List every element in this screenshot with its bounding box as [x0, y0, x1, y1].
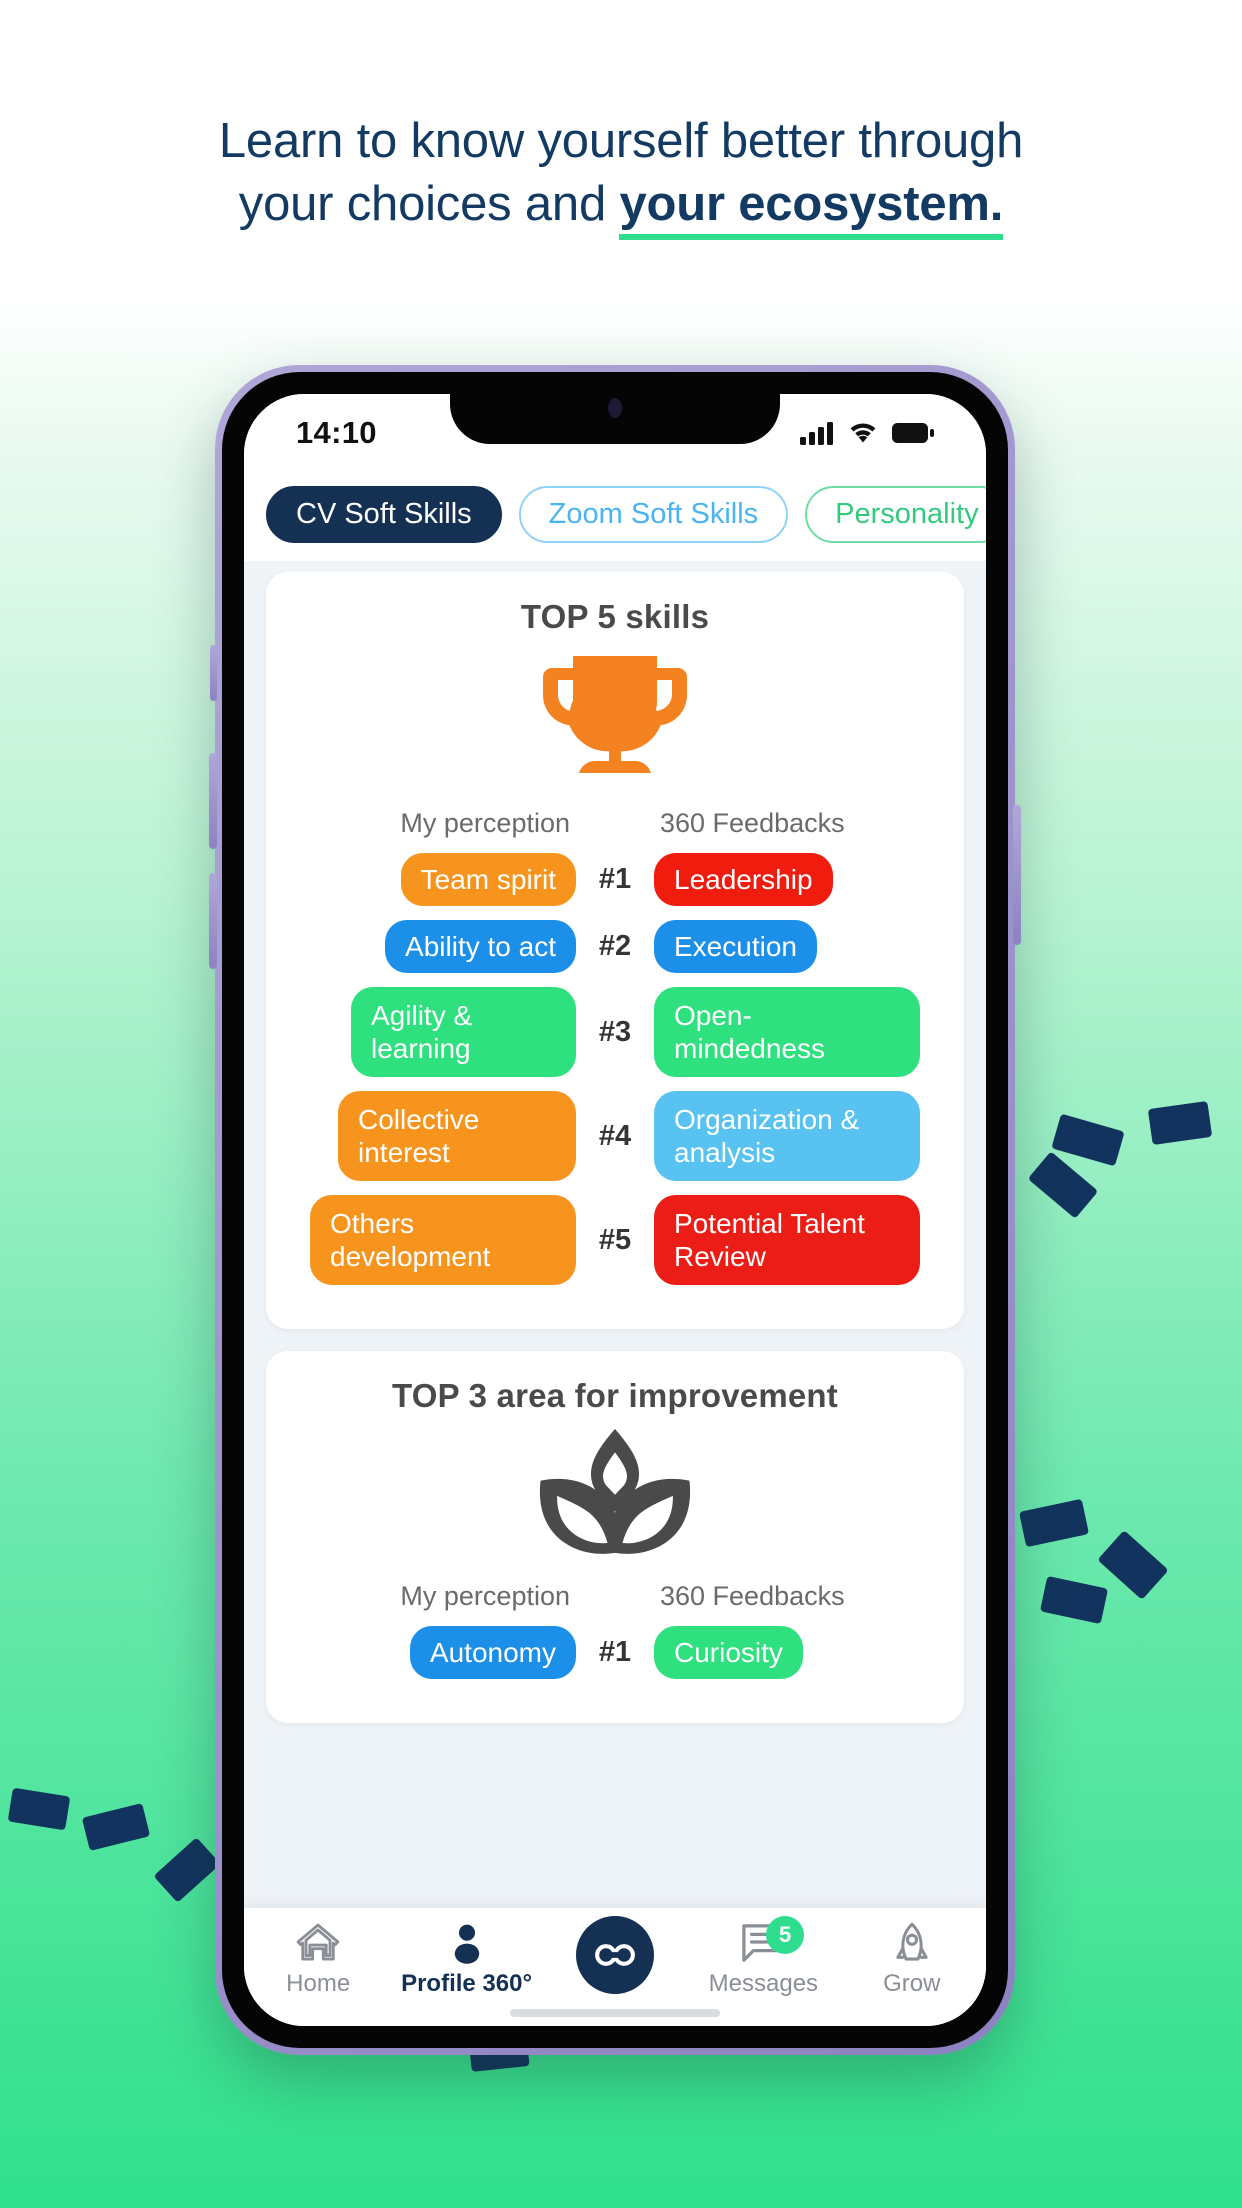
phone-mockup: 14:10 CV Soft Skills Zoom Soft Skills Pe…: [209, 365, 1021, 2055]
headline-line-2-bold: your ecosystem.: [619, 176, 1003, 240]
phone-mute-switch: [210, 645, 217, 701]
skill-pill-left[interactable]: Others development: [310, 1195, 576, 1286]
nav-item-connect[interactable]: [544, 1916, 685, 1994]
person-icon: [454, 1924, 479, 1964]
nav-label-messages: Messages: [708, 1970, 819, 1997]
top-5-column-headers: My perception 360 Feedbacks: [290, 808, 940, 839]
phone-volume-down-button: [209, 873, 217, 969]
phone-power-button: [1013, 805, 1021, 945]
tab-zoom-soft-skills[interactable]: Zoom Soft Skills: [518, 486, 789, 543]
skill-pill-left[interactable]: Collective interest: [338, 1091, 576, 1182]
nav-item-messages[interactable]: 5 Messages: [693, 1916, 834, 1998]
promo-header: Learn to know yourself better through yo…: [0, 0, 1242, 300]
promo-headline: Learn to know yourself better through yo…: [71, 110, 1171, 240]
skill-pill-right[interactable]: Potential Talent Review: [654, 1195, 920, 1286]
tab-personality[interactable]: Personality: [805, 486, 986, 543]
improvement-rank: #1: [598, 1636, 632, 1669]
skill-pill-right[interactable]: Execution: [654, 920, 817, 974]
nav-label-profile-360: Profile 360°: [401, 1970, 533, 1997]
headline-line-1: Learn to know yourself better through: [218, 114, 1024, 168]
status-bar: 14:10: [244, 394, 986, 472]
messages-unread-badge: 5: [766, 1916, 805, 1954]
nav-label-grow: Grow: [883, 1970, 941, 1997]
skill-pill-right[interactable]: Open-mindedness: [654, 987, 920, 1078]
home-indicator: [510, 2009, 720, 2017]
column-header-my-perception: My perception: [400, 808, 570, 838]
trophy-icon: [290, 650, 940, 782]
front-camera-icon: [608, 398, 622, 418]
nav-label-home: Home: [286, 1970, 351, 1997]
skill-rank: #1: [598, 863, 632, 896]
link-icon: [595, 1944, 635, 1966]
profile-content-scroll[interactable]: TOP 5 skills My perception 360 Feedbacks…: [244, 572, 986, 2026]
headline-line-2-plain: your choices and: [238, 176, 620, 231]
skill-row: Collective interest #4 Organization & an…: [290, 1091, 940, 1182]
cellular-signal-icon: [800, 422, 833, 445]
phone-volume-up-button: [209, 753, 217, 849]
skill-rank: #2: [598, 930, 632, 963]
skill-pill-right[interactable]: Leadership: [654, 853, 833, 907]
top-3-improvement-card: TOP 3 area for improvement My perception…: [266, 1351, 964, 1724]
wifi-icon: [850, 423, 876, 443]
phone-body: 14:10 CV Soft Skills Zoom Soft Skills Pe…: [222, 372, 1008, 2048]
skill-rank: #5: [598, 1223, 632, 1256]
status-time: 14:10: [296, 415, 377, 450]
nav-item-grow[interactable]: Grow: [841, 1922, 982, 1998]
skill-pill-left[interactable]: Ability to act: [385, 920, 576, 974]
home-icon: [296, 1923, 340, 1961]
rocket-icon: [896, 1922, 928, 1961]
skill-pill-left[interactable]: Team spirit: [400, 853, 576, 907]
phone-screen: 14:10 CV Soft Skills Zoom Soft Skills Pe…: [244, 394, 986, 2026]
soft-skills-tab-bar[interactable]: CV Soft Skills Zoom Soft Skills Personal…: [244, 472, 986, 561]
skill-pill-left[interactable]: Agility & learning: [351, 987, 576, 1078]
nav-item-home[interactable]: Home: [248, 1922, 389, 1998]
nav-item-profile-360[interactable]: Profile 360°: [396, 1922, 537, 1998]
skill-rank: #3: [598, 1015, 632, 1048]
top-5-skills-card: TOP 5 skills My perception 360 Feedbacks…: [266, 572, 964, 1330]
improvement-pill-right[interactable]: Curiosity: [654, 1626, 803, 1680]
skill-rank: #4: [598, 1119, 632, 1152]
lotus-icon: [290, 1429, 940, 1555]
skill-row: Ability to act #2 Execution: [290, 920, 940, 974]
card-title-top-5-skills: TOP 5 skills: [520, 598, 710, 635]
battery-icon: [892, 423, 934, 443]
status-icons: [800, 421, 934, 445]
column-header-360-feedbacks: 360 Feedbacks: [660, 1581, 845, 1612]
skill-row: Team spirit #1 Leadership: [290, 853, 940, 907]
card-title-top-3-improvement: TOP 3 area for improvement: [392, 1377, 838, 1415]
column-header-my-perception: My perception: [400, 1581, 570, 1612]
improvement-row: Autonomy #1 Curiosity: [290, 1626, 940, 1680]
skill-row: Agility & learning #3 Open-mindedness: [290, 987, 940, 1078]
connect-fab-button[interactable]: [575, 1916, 654, 1994]
top-3-column-headers: My perception 360 Feedbacks: [290, 1581, 940, 1612]
improvement-pill-left[interactable]: Autonomy: [409, 1626, 576, 1680]
column-header-360-feedbacks: 360 Feedbacks: [660, 808, 845, 838]
skill-pill-right[interactable]: Organization & analysis: [654, 1091, 920, 1182]
tab-cv-soft-skills[interactable]: CV Soft Skills: [266, 486, 502, 543]
skill-row: Others development #5 Potential Talent R…: [290, 1195, 940, 1286]
